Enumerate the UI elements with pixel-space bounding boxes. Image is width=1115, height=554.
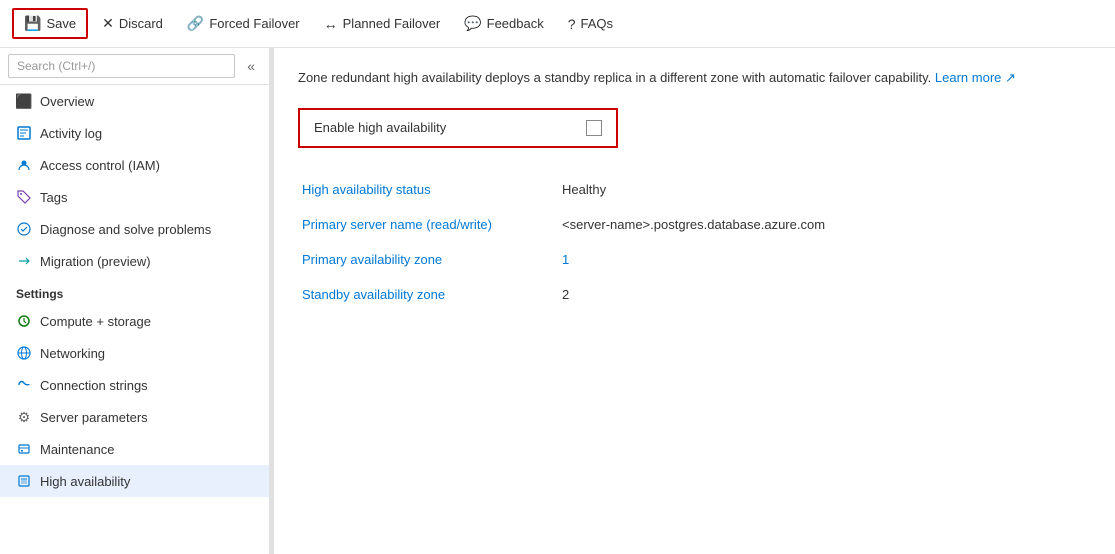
sidebar-item-label: Connection strings — [40, 378, 148, 393]
discard-button[interactable]: ✕ Discard — [92, 10, 173, 37]
sidebar-item-maintenance[interactable]: Maintenance — [0, 433, 269, 465]
sidebar-item-tags[interactable]: Tags — [0, 181, 269, 213]
settings-section-header: Settings — [0, 277, 269, 305]
feedback-button[interactable]: 💬 Feedback — [454, 10, 554, 37]
ha-info-table: High availability status Healthy Primary… — [298, 172, 1091, 312]
overview-icon: ⬛ — [16, 93, 32, 109]
table-row: Standby availability zone 2 — [298, 277, 1091, 312]
forced-failover-icon: 🔗 — [187, 15, 204, 32]
enable-ha-checkbox[interactable] — [586, 120, 602, 136]
table-row: Primary availability zone 1 — [298, 242, 1091, 277]
field-value-primary-zone: 1 — [558, 242, 1091, 277]
field-label-primary-zone: Primary availability zone — [298, 242, 558, 277]
sidebar-item-compute-storage[interactable]: Compute + storage — [0, 305, 269, 337]
sidebar-item-diagnose[interactable]: Diagnose and solve problems — [0, 213, 269, 245]
field-value-standby-zone: 2 — [558, 277, 1091, 312]
sidebar-item-high-availability[interactable]: High availability — [0, 465, 269, 497]
compute-storage-icon — [16, 313, 32, 329]
sidebar-item-label: Networking — [40, 346, 105, 361]
field-label-standby-zone: Standby availability zone — [298, 277, 558, 312]
forced-failover-button[interactable]: 🔗 Forced Failover — [177, 10, 310, 37]
save-label: Save — [46, 16, 76, 31]
field-value-ha-status: Healthy — [558, 172, 1091, 207]
feedback-icon: 💬 — [464, 15, 481, 32]
tags-icon — [16, 189, 32, 205]
search-input[interactable] — [8, 54, 235, 78]
toolbar: 💾 Save ✕ Discard 🔗 Forced Failover ↔ Pla… — [0, 0, 1115, 48]
faqs-button[interactable]: ? FAQs — [558, 11, 623, 37]
sidebar-item-label: Migration (preview) — [40, 254, 151, 269]
sidebar-item-label: Overview — [40, 94, 94, 109]
sidebar-item-label: Server parameters — [40, 410, 148, 425]
sidebar-item-migration[interactable]: Migration (preview) — [0, 245, 269, 277]
enable-ha-box: Enable high availability — [298, 108, 618, 148]
content-area: Zone redundant high availability deploys… — [274, 48, 1115, 554]
diagnose-icon — [16, 221, 32, 237]
feedback-label: Feedback — [487, 16, 544, 31]
activity-log-icon — [16, 125, 32, 141]
connection-strings-icon — [16, 377, 32, 393]
sidebar-item-label: Activity log — [40, 126, 102, 141]
table-row: High availability status Healthy — [298, 172, 1091, 207]
migration-icon — [16, 253, 32, 269]
field-label-ha-status: High availability status — [298, 172, 558, 207]
access-control-icon — [16, 157, 32, 173]
sidebar-item-label: Maintenance — [40, 442, 114, 457]
field-label-primary-server: Primary server name (read/write) — [298, 207, 558, 242]
server-parameters-icon: ⚙ — [16, 409, 32, 425]
faqs-icon: ? — [568, 16, 576, 32]
enable-ha-label: Enable high availability — [314, 120, 574, 135]
search-bar: « — [0, 48, 269, 85]
save-icon: 💾 — [24, 15, 41, 32]
networking-icon — [16, 345, 32, 361]
planned-failover-label: Planned Failover — [343, 16, 441, 31]
high-availability-icon — [16, 473, 32, 489]
faqs-label: FAQs — [581, 16, 614, 31]
sidebar-item-overview[interactable]: ⬛ Overview — [0, 85, 269, 117]
field-value-primary-server: <server-name>.postgres.database.azure.co… — [558, 207, 1091, 242]
main-layout: « ⬛ Overview Activity log Access control… — [0, 48, 1115, 554]
collapse-button[interactable]: « — [241, 56, 261, 76]
sidebar-item-label: Compute + storage — [40, 314, 151, 329]
discard-icon: ✕ — [102, 15, 114, 32]
planned-failover-button[interactable]: ↔ Planned Failover — [314, 11, 451, 37]
forced-failover-label: Forced Failover — [209, 16, 299, 31]
sidebar-item-label: High availability — [40, 474, 130, 489]
discard-label: Discard — [119, 16, 163, 31]
learn-more-link[interactable]: Learn more ↗ — [935, 70, 1016, 85]
save-button[interactable]: 💾 Save — [12, 8, 88, 39]
sidebar-item-connection-strings[interactable]: Connection strings — [0, 369, 269, 401]
planned-failover-icon: ↔ — [324, 16, 338, 32]
sidebar-item-access-control[interactable]: Access control (IAM) — [0, 149, 269, 181]
sidebar-item-server-parameters[interactable]: ⚙ Server parameters — [0, 401, 269, 433]
sidebar-item-networking[interactable]: Networking — [0, 337, 269, 369]
sidebar-item-label: Access control (IAM) — [40, 158, 160, 173]
sidebar-item-label: Diagnose and solve problems — [40, 222, 211, 237]
sidebar: « ⬛ Overview Activity log Access control… — [0, 48, 270, 554]
maintenance-icon — [16, 441, 32, 457]
sidebar-item-label: Tags — [40, 190, 67, 205]
table-row: Primary server name (read/write) <server… — [298, 207, 1091, 242]
description-text: Zone redundant high availability deploys… — [298, 68, 1091, 88]
sidebar-item-activity-log[interactable]: Activity log — [0, 117, 269, 149]
